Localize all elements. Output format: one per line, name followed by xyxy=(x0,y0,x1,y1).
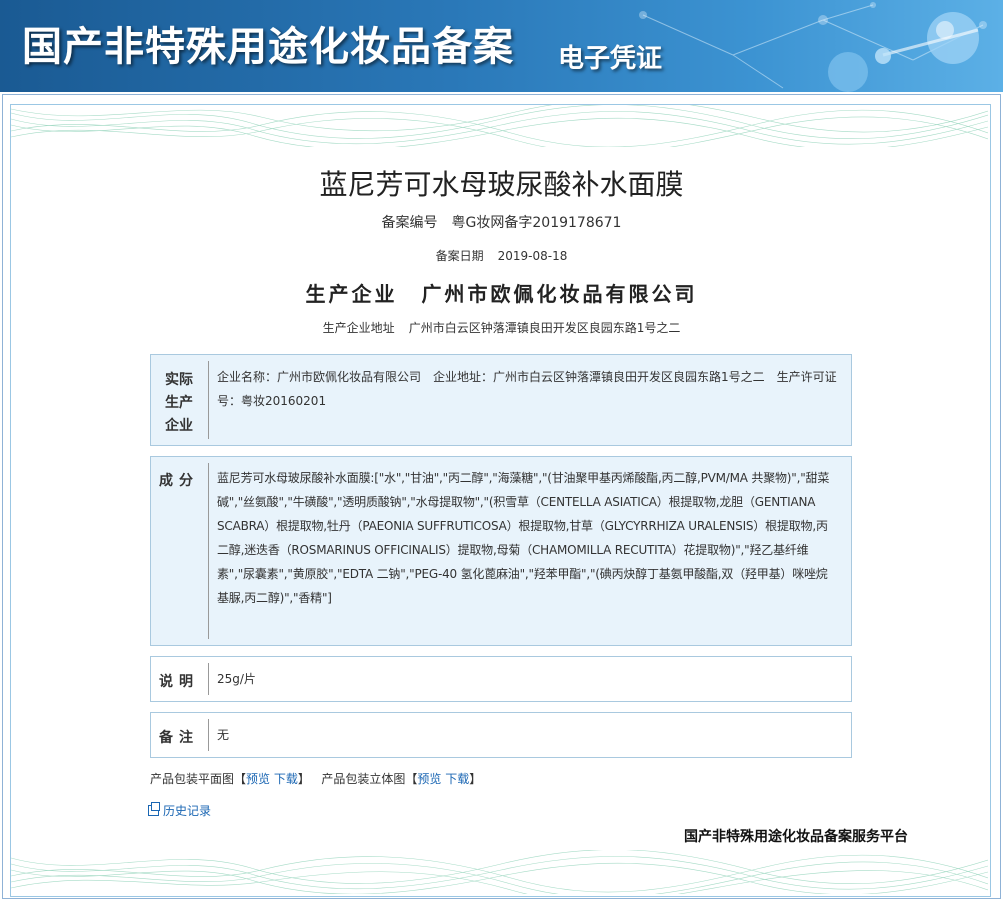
bracket-open: 【 xyxy=(405,772,418,786)
guilloche-border-bottom xyxy=(11,850,988,894)
bracket-open: 【 xyxy=(234,772,247,786)
address-label: 生产企业地址 xyxy=(322,321,395,335)
bracket-close: 】 xyxy=(297,772,310,786)
panel-divider xyxy=(208,463,209,639)
manufacturer-line: 生产企业 广州市欧佩化妆品有限公司 xyxy=(0,278,1003,307)
banner-title: 国产非特殊用途化妆品备案 xyxy=(22,23,514,70)
ingredients-label: 成分 xyxy=(159,473,199,489)
registration-number-line: 备案编号 粤G妆网备字2019178671 xyxy=(0,212,1003,232)
ingredients-text: 蓝尼芳可水母玻尿酸补水面膜:["水","甘油","丙二醇","海藻糖","(甘油… xyxy=(217,471,830,605)
package-image-links: 产品包装平面图【预览 下载】 产品包装立体图【预览 下载】 xyxy=(150,770,481,787)
actual-manufacturer-panel: 实际 生产 企业 企业名称：广州市欧佩化妆品有限公司 企业地址：广州市白云区钟落… xyxy=(150,354,852,446)
address-value: 广州市白云区钟落潭镇良田开发区良园东路1号之二 xyxy=(408,321,681,335)
manufacturer-name: 广州市欧佩化妆品有限公司 xyxy=(421,282,698,306)
stereo-preview-link[interactable]: 预览 xyxy=(417,772,441,786)
ingredients-panel: 成分 蓝尼芳可水母玻尿酸补水面膜:["水","甘油","丙二醇","海藻糖","… xyxy=(150,456,852,646)
panel-divider xyxy=(208,663,209,695)
remarks-text: 无 xyxy=(217,728,230,742)
panel-divider xyxy=(208,719,209,751)
description-panel: 说明 25g/片 xyxy=(150,656,852,702)
panel-divider xyxy=(208,361,209,439)
label-line: 企业 xyxy=(165,418,193,434)
history-label[interactable]: 历史记录 xyxy=(163,804,211,818)
description-label: 说明 xyxy=(159,674,199,690)
history-link[interactable]: 历史记录 xyxy=(148,802,211,819)
bracket-close: 】 xyxy=(469,772,482,786)
date-label: 备案日期 xyxy=(435,249,484,263)
date-value: 2019-08-18 xyxy=(497,249,568,263)
flat-preview-link[interactable]: 预览 xyxy=(246,772,270,786)
product-name-title: 蓝尼芳可水母玻尿酸补水面膜 xyxy=(319,168,684,201)
remarks-panel: 备注 无 xyxy=(150,712,852,758)
remarks-label: 备注 xyxy=(159,730,199,746)
actual-manufacturer-text: 企业名称：广州市欧佩化妆品有限公司 企业地址：广州市白云区钟落潭镇良田开发区良园… xyxy=(217,370,837,408)
description-text: 25g/片 xyxy=(217,672,256,686)
header-banner: 国产非特殊用途化妆品备案 电子凭证 xyxy=(0,0,1003,92)
guilloche-border-top xyxy=(11,105,988,147)
label-line: 生产 xyxy=(165,395,193,411)
stereo-package-label: 产品包装立体图 xyxy=(321,772,406,786)
registration-label: 备案编号 xyxy=(381,215,438,231)
manufacturer-label: 生产企业 xyxy=(305,282,398,306)
stereo-download-link[interactable]: 下载 xyxy=(445,772,469,786)
manufacturer-address-line: 生产企业地址 广州市白云区钟落潭镇良田开发区良园东路1号之二 xyxy=(0,319,1003,336)
actual-manufacturer-label: 实际 生产 企业 xyxy=(151,369,207,438)
flat-package-label: 产品包装平面图 xyxy=(150,772,235,786)
registration-number: 粤G妆网备字2019178671 xyxy=(451,215,622,231)
window-restore-icon xyxy=(148,802,160,816)
banner-subtitle: 电子凭证 xyxy=(558,44,663,74)
flat-download-link[interactable]: 下载 xyxy=(274,772,298,786)
platform-brand: 国产非特殊用途化妆品备案服务平台 xyxy=(684,829,908,845)
label-line: 实际 xyxy=(165,372,193,388)
registration-date-line: 备案日期 2019-08-18 xyxy=(0,247,1003,264)
